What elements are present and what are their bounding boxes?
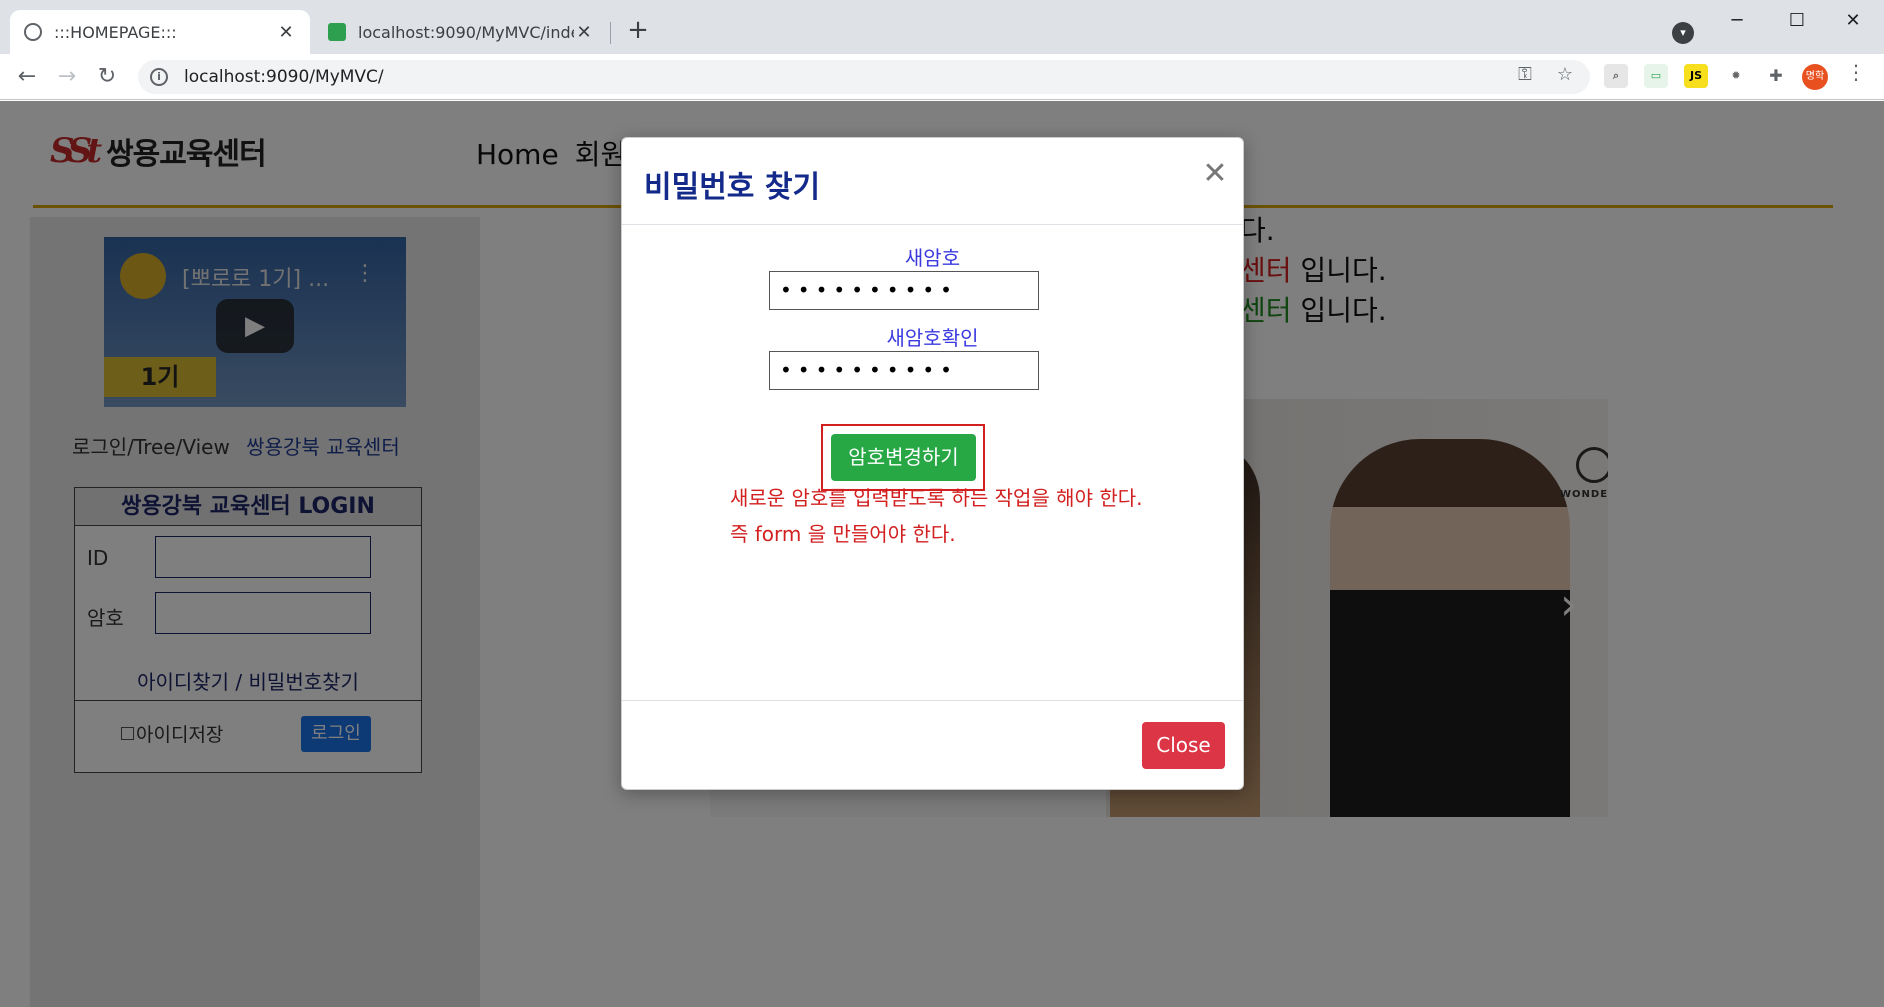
- reload-icon[interactable]: ↻: [92, 62, 122, 92]
- tab-title: localhost:9090/MyMVC/index.up: [358, 22, 574, 42]
- confirm-password-input[interactable]: ••••••••••: [769, 351, 1039, 390]
- page-viewport: SSt 쌍용교육센터 Home회원 [뽀로로 1기] ... ⋮ 1기 ▶ 로그…: [0, 101, 1884, 1007]
- change-password-button[interactable]: 암호변경하기: [831, 434, 976, 481]
- minimize-button[interactable]: ─: [1712, 6, 1762, 36]
- close-button[interactable]: Close: [1142, 722, 1225, 769]
- tab-separator: [610, 22, 611, 44]
- tab-title: :::HOMEPAGE:::: [54, 22, 177, 42]
- modal-title: 비밀번호 찾기: [644, 170, 821, 205]
- extension-screen-icon[interactable]: ▭: [1644, 64, 1668, 88]
- confirm-password-label: 새암호확인: [886, 326, 979, 350]
- profile-avatar[interactable]: 명학: [1802, 64, 1828, 90]
- tab-homepage[interactable]: :::HOMEPAGE::: ✕: [10, 10, 310, 54]
- extension-bug-icon[interactable]: ✹: [1724, 64, 1748, 88]
- new-password-label: 새암호: [904, 246, 961, 270]
- tab-index[interactable]: localhost:9090/MyMVC/index.up ✕: [314, 10, 608, 54]
- address-bar[interactable]: i localhost:9090/MyMVC/: [138, 60, 1590, 94]
- window-close-button[interactable]: ✕: [1828, 6, 1878, 36]
- tab-search-icon[interactable]: ▾: [1672, 22, 1694, 44]
- close-icon[interactable]: ✕: [1200, 156, 1230, 191]
- info-icon[interactable]: i: [150, 68, 168, 86]
- page-icon: [328, 23, 346, 41]
- more-menu-icon[interactable]: ⋮: [1846, 60, 1866, 90]
- back-icon[interactable]: ←: [12, 62, 42, 92]
- url-text: localhost:9090/MyMVC/: [184, 67, 384, 87]
- browser-toolbar: ← → ↻ i localhost:9090/MyMVC/ ⚿ ☆: [0, 54, 1884, 100]
- globe-icon: [24, 23, 42, 41]
- forward-icon[interactable]: →: [52, 62, 82, 92]
- new-password-input[interactable]: ••••••••••: [769, 271, 1039, 310]
- maximize-button[interactable]: ☐: [1772, 6, 1822, 36]
- modal-footer-divider: [622, 700, 1243, 701]
- close-icon[interactable]: ✕: [574, 22, 594, 43]
- new-tab-button[interactable]: +: [622, 14, 654, 46]
- star-icon[interactable]: ☆: [1550, 60, 1580, 90]
- browser-tab-bar: :::HOMEPAGE::: ✕ localhost:9090/MyMVC/in…: [0, 0, 1884, 54]
- extension-js-icon[interactable]: JS: [1684, 64, 1708, 88]
- extension-search-icon[interactable]: ⌕: [1604, 64, 1628, 88]
- note-line-1: 새로운 암호를 입력받도록 하는 작업을 해야 한다.: [730, 486, 1143, 510]
- modal-header: 비밀번호 찾기 ✕: [622, 138, 1243, 225]
- extensions-puzzle-icon[interactable]: ✚: [1764, 64, 1788, 88]
- password-modal: 비밀번호 찾기 ✕ 새암호 •••••••••• 새암호확인 •••••••••…: [621, 137, 1244, 790]
- close-icon[interactable]: ✕: [276, 22, 296, 43]
- note-line-2: 즉 form 을 만들어야 한다.: [730, 522, 956, 546]
- key-icon[interactable]: ⚿: [1510, 60, 1540, 90]
